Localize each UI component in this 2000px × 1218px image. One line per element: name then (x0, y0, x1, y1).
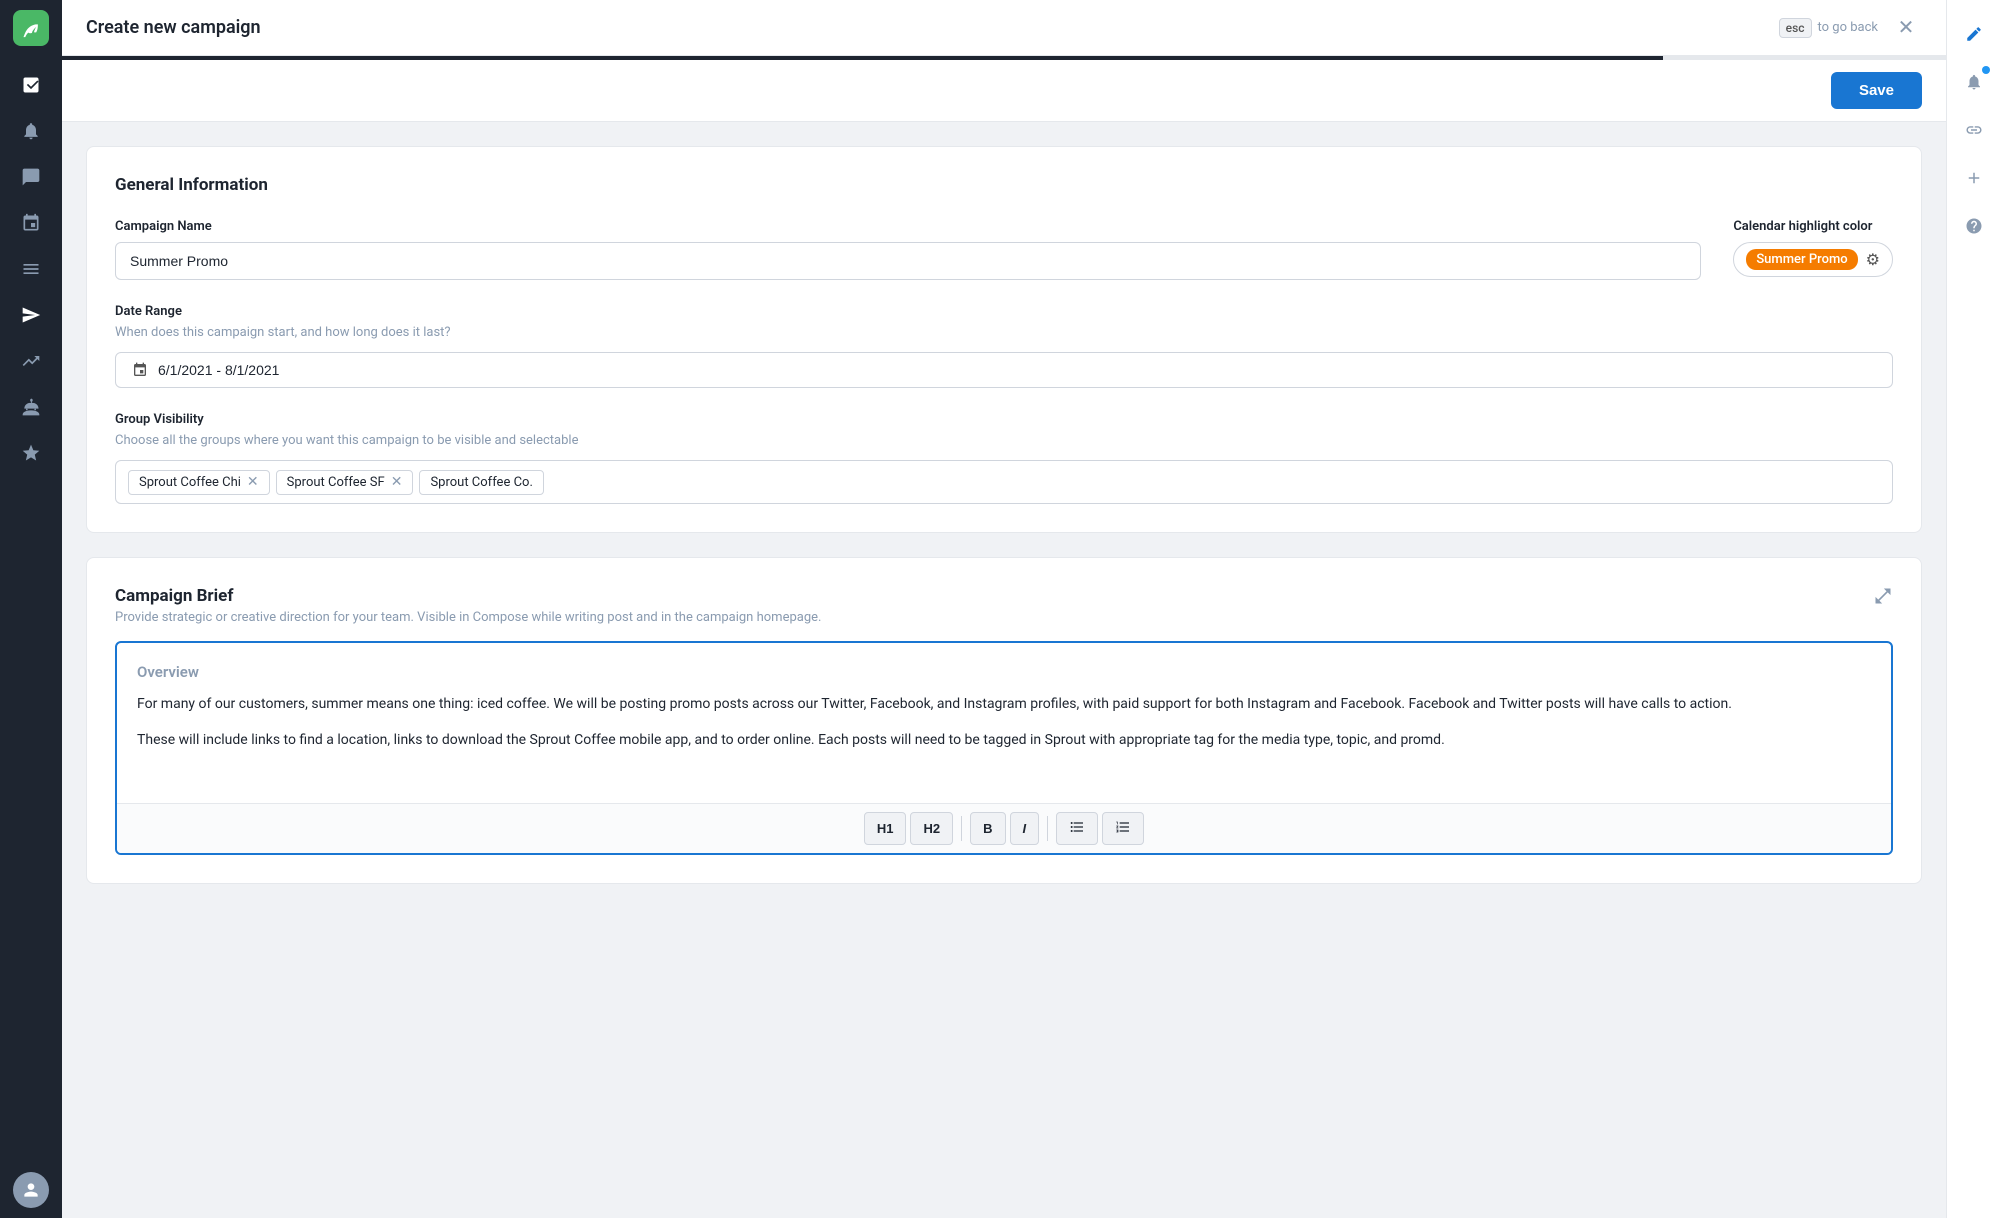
campaign-brief-subtitle: Provide strategic or creative direction … (115, 610, 821, 625)
color-name: Summer Promo (1746, 249, 1857, 270)
help-icon (1965, 217, 1983, 235)
toolbar-ol-button[interactable] (1102, 812, 1144, 845)
save-button[interactable]: Save (1831, 72, 1922, 109)
editor-content[interactable]: Overview For many of our customers, summ… (117, 643, 1891, 803)
toolbar-h1-button[interactable]: H1 (864, 812, 907, 845)
campaign-name-input[interactable] (115, 242, 1701, 280)
group-visibility-group: Group Visibility Choose all the groups w… (115, 412, 1893, 504)
right-link-button[interactable] (1954, 110, 1994, 150)
date-range-value: 6/1/2021 - 8/1/2021 (158, 362, 279, 378)
date-range-group: Date Range When does this campaign start… (115, 304, 1893, 388)
esc-hint-text: to go back (1818, 20, 1878, 35)
tag-label: Sprout Coffee Co. (430, 475, 532, 490)
notification-badge (1982, 66, 1990, 74)
page-title: Create new campaign (86, 17, 1779, 38)
brief-header: Campaign Brief Provide strategic or crea… (115, 586, 1893, 625)
sidebar-item-notifications[interactable] (11, 111, 51, 151)
sidebar-item-favorites[interactable] (11, 433, 51, 473)
right-help-button[interactable] (1954, 206, 1994, 246)
right-add-button[interactable] (1954, 158, 1994, 198)
add-icon (1965, 169, 1983, 187)
editor-paragraph-1: For many of our customers, summer means … (137, 693, 1871, 715)
right-sidebar (1946, 0, 2000, 1218)
color-gear-icon: ⚙ (1866, 250, 1880, 269)
toolbar-separator (961, 816, 962, 841)
tag-remove-button[interactable]: ✕ (391, 475, 403, 489)
main-content: Create new campaign esc to go back ✕ Sav… (62, 0, 1946, 1218)
tag-remove-button[interactable]: ✕ (247, 475, 259, 489)
sidebar-item-bot[interactable] (11, 387, 51, 427)
toolbar-italic-button[interactable]: I (1010, 812, 1040, 845)
toolbar-h2-button[interactable]: H2 (910, 812, 953, 845)
app-logo[interactable] (13, 10, 49, 46)
right-notifications-button[interactable] (1954, 62, 1994, 102)
left-sidebar (0, 0, 62, 1218)
expand-button[interactable] (1873, 586, 1893, 611)
content-area: General Information Campaign Name Calend… (62, 122, 1946, 1218)
tag-label: Sprout Coffee SF (287, 475, 385, 490)
campaign-name-group: Campaign Name (115, 219, 1701, 280)
campaign-brief-title: Campaign Brief (115, 586, 821, 606)
general-info-card: General Information Campaign Name Calend… (86, 146, 1922, 533)
ul-icon (1069, 819, 1085, 835)
notifications-icon (1965, 73, 1983, 91)
brief-title-group: Campaign Brief Provide strategic or crea… (115, 586, 821, 625)
calendar-color-group: Calendar highlight color Summer Promo ⚙ (1733, 219, 1893, 280)
calendar-icon (132, 362, 148, 378)
campaign-brief-card: Campaign Brief Provide strategic or crea… (86, 557, 1922, 884)
close-button[interactable]: ✕ (1890, 12, 1922, 44)
tag-item: Sprout Coffee SF ✕ (276, 470, 414, 495)
tag-item: Sprout Coffee Chi ✕ (128, 470, 270, 495)
date-range-button[interactable]: 6/1/2021 - 8/1/2021 (115, 352, 1893, 388)
esc-hint: esc to go back (1779, 18, 1878, 38)
date-range-desc: When does this campaign start, and how l… (115, 325, 1893, 340)
editor-heading: Overview (137, 663, 1871, 681)
ol-icon (1115, 819, 1131, 835)
esc-badge: esc (1779, 18, 1812, 38)
editor-toolbar: H1 H2 B I (117, 803, 1891, 853)
campaign-name-label: Campaign Name (115, 219, 1701, 234)
sidebar-item-queue[interactable] (11, 249, 51, 289)
edit-icon (1965, 25, 1983, 43)
topbar: Create new campaign esc to go back ✕ (62, 0, 1946, 56)
rich-text-editor[interactable]: Overview For many of our customers, summ… (115, 641, 1893, 855)
right-edit-button[interactable] (1954, 14, 1994, 54)
tags-container[interactable]: Sprout Coffee Chi ✕ Sprout Coffee SF ✕ S… (115, 460, 1893, 504)
color-picker[interactable]: Summer Promo ⚙ (1733, 242, 1893, 277)
toolbar-separator-2 (1047, 816, 1048, 841)
group-visibility-label: Group Visibility (115, 412, 1893, 427)
name-color-row: Campaign Name Calendar highlight color S… (115, 219, 1893, 280)
toolbar-ul-button[interactable] (1056, 812, 1098, 845)
expand-icon (1873, 586, 1893, 606)
user-avatar[interactable] (13, 1172, 49, 1208)
group-visibility-desc: Choose all the groups where you want thi… (115, 433, 1893, 448)
tag-label: Sprout Coffee Chi (139, 475, 241, 490)
link-icon (1965, 121, 1983, 139)
general-info-title: General Information (115, 175, 1893, 195)
sidebar-item-analytics[interactable] (11, 341, 51, 381)
sidebar-item-publish[interactable] (11, 295, 51, 335)
sidebar-item-messages[interactable] (11, 157, 51, 197)
sidebar-item-compose[interactable] (11, 65, 51, 105)
calendar-color-label: Calendar highlight color (1733, 219, 1893, 234)
editor-paragraph-2: These will include links to find a locat… (137, 729, 1871, 751)
sidebar-item-tasks[interactable] (11, 203, 51, 243)
save-bar: Save (62, 60, 1946, 122)
topbar-actions: esc to go back ✕ (1779, 12, 1922, 44)
toolbar-bold-button[interactable]: B (970, 812, 1005, 845)
date-range-label: Date Range (115, 304, 1893, 319)
tag-item: Sprout Coffee Co. (419, 470, 543, 495)
